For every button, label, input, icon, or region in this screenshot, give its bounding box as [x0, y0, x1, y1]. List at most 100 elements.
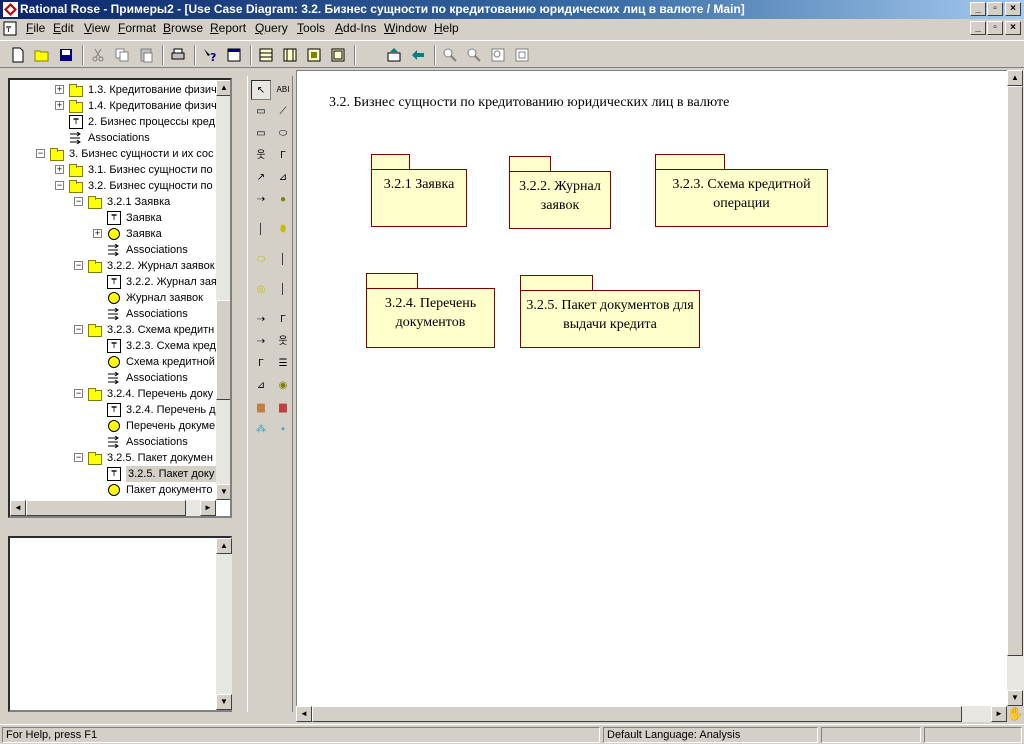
browse-component-icon[interactable] — [304, 45, 324, 65]
tree-item[interactable]: ₸ Заявка — [10, 210, 216, 226]
dependency-tool-icon[interactable]: ⇢ — [251, 190, 271, 210]
tree-item[interactable]: Associations — [10, 130, 216, 146]
save-icon[interactable] — [56, 45, 76, 65]
browse-parent-icon[interactable] — [384, 45, 404, 65]
tree-item[interactable]: ₸ 2. Бизнес процессы кред — [10, 114, 216, 130]
package-tool-icon[interactable]: ▭ — [251, 124, 271, 144]
business-use-case-tool-icon[interactable]: ⬮ — [273, 220, 293, 240]
scroll-thumb[interactable] — [216, 300, 230, 400]
cut-icon[interactable] — [88, 45, 108, 65]
canvas-h-scroll-thumb[interactable] — [312, 706, 962, 722]
worker-tool-icon[interactable]: ▆ — [251, 398, 271, 418]
close-app-button[interactable]: × — [1005, 2, 1021, 16]
actor-tool-icon[interactable]: 웃 — [251, 146, 271, 166]
expand-icon[interactable]: + — [55, 101, 64, 110]
tree-item[interactable]: − 3.2.5. Пакет докумен — [10, 450, 216, 466]
browse-deployment-icon[interactable] — [328, 45, 348, 65]
package-zayavka[interactable]: 3.2.1 Заявка — [371, 154, 467, 228]
close-doc-button[interactable]: × — [1005, 21, 1021, 35]
package-skhema-kreditnoj-operacii[interactable]: 3.2.3. Схема кредитной операции — [655, 154, 828, 228]
doc-scroll-up-button[interactable]: ▲ — [216, 538, 232, 554]
open-icon[interactable] — [32, 45, 52, 65]
note-tool-icon[interactable]: ▭ — [251, 102, 271, 122]
object-flow-tool-icon[interactable]: ▪ — [273, 420, 293, 440]
diagram-canvas[interactable]: 3.2. Бизнес сущности по кредитованию юри… — [296, 70, 1007, 706]
menu-help[interactable]: Help — [434, 21, 459, 35]
business-worker-tool-icon[interactable]: ◎ — [251, 280, 271, 300]
realize-tool-icon[interactable]: ⇢ — [251, 310, 271, 330]
menu-tools[interactable]: Tools — [297, 21, 325, 35]
tree-item[interactable]: ₸ 3.2.5. Пакет доку — [10, 466, 217, 482]
expand-icon[interactable]: + — [55, 165, 64, 174]
browse-interaction-icon[interactable] — [280, 45, 300, 65]
canvas-scroll-up-button[interactable]: ▲ — [1007, 70, 1023, 86]
tree-item[interactable]: − 3.2.4. Перечень доку — [10, 386, 216, 402]
separator-tool-icon[interactable]: │ — [251, 220, 271, 240]
menu-edit[interactable]: Edit — [53, 21, 74, 35]
business-entity-tool-icon[interactable]: ⬭ — [251, 250, 271, 270]
tree-item[interactable]: − 3.2.3. Схема кредитн — [10, 322, 216, 338]
menu-format[interactable]: Format — [118, 21, 156, 35]
documentation-window[interactable]: ▲ ▼ — [8, 536, 232, 712]
browse-previous-icon[interactable] — [408, 45, 428, 65]
restore-doc-button[interactable]: ▫ — [987, 21, 1003, 35]
anchor-tool-icon[interactable]: Γ — [273, 310, 293, 330]
tree-item[interactable]: +1.3. Кредитование физич — [10, 82, 217, 98]
tree-item[interactable]: + Заявка — [10, 226, 216, 242]
paste-icon[interactable] — [136, 45, 156, 65]
scroll-right-button[interactable]: ► — [200, 500, 216, 516]
package-paket-dokumentov[interactable]: 3.2.5. Пакет документов для выдачи креди… — [520, 275, 700, 349]
browser-horizontal-scrollbar[interactable]: ◄ ► — [10, 500, 216, 516]
menu-browse[interactable]: Browse — [163, 21, 203, 35]
title-bar[interactable]: Rational Rose - Примеры2 - [Use Case Dia… — [0, 0, 1024, 19]
menu-view[interactable]: View — [84, 21, 110, 35]
tree-item[interactable]: ₸ 3.2.3. Схема кред — [10, 338, 216, 354]
scroll-down-button[interactable]: ▼ — [216, 484, 230, 500]
model-browser[interactable]: +1.3. Кредитование физич +1.4. Кредитован… — [8, 78, 232, 518]
tree-item[interactable]: − 3.2.1 Заявка — [10, 194, 216, 210]
package-zhurnal-zayavok[interactable]: 3.2.2. Журнал заявок — [509, 156, 611, 230]
canvas-v-scroll-thumb[interactable] — [1007, 86, 1023, 656]
collapse-icon[interactable]: − — [74, 389, 83, 398]
tree-item[interactable]: − 3. Бизнес сущности и их сос — [10, 146, 216, 162]
tree-item[interactable]: − 3.2.2. Журнал заявок — [10, 258, 216, 274]
print-icon[interactable] — [168, 45, 188, 65]
rational-rose-app-icon[interactable] — [3, 2, 18, 17]
restore-app-button[interactable]: ▫ — [987, 2, 1003, 16]
tree-item[interactable]: Схема кредитной — [10, 354, 216, 370]
divider-tool-icon-2[interactable]: │ — [273, 280, 293, 300]
business-actor-tool-icon[interactable]: ● — [273, 190, 293, 210]
text-box-tool-icon[interactable]: ABI — [273, 80, 293, 100]
use-case-tool-icon[interactable]: ⬭ — [273, 124, 293, 144]
browser-vertical-scrollbar[interactable]: ▲ ▼ — [216, 80, 230, 500]
collapse-icon[interactable]: − — [55, 181, 64, 190]
new-icon[interactable] — [8, 45, 28, 65]
zoom-out-icon[interactable] — [464, 45, 484, 65]
association-tool-icon[interactable]: Γ — [273, 146, 293, 166]
tree-item[interactable]: Перечень докуме — [10, 418, 216, 434]
canvas-scroll-down-button[interactable]: ▼ — [1007, 690, 1023, 706]
divider-tool-icon[interactable]: │ — [273, 250, 293, 270]
tree-item[interactable]: +3.1. Бизнес сущности по — [10, 162, 216, 178]
menu-query[interactable]: Query — [255, 21, 288, 35]
tree-item[interactable]: Журнал заявок — [10, 290, 216, 306]
business-actor-stick-icon[interactable]: 웃 — [273, 332, 293, 352]
unidirectional-association-icon[interactable]: ↗ — [251, 168, 271, 188]
context-help-icon[interactable]: ? — [200, 45, 220, 65]
collapse-icon[interactable]: − — [36, 149, 45, 158]
doc-scroll-down-button[interactable]: ▼ — [216, 694, 232, 710]
include-tool-icon[interactable]: ⇢ — [251, 332, 271, 352]
selection-tool-icon[interactable]: ↖ — [251, 80, 271, 100]
view-doc-icon[interactable] — [224, 45, 244, 65]
tree-item[interactable]: Пакет документо — [10, 482, 216, 498]
undo-fit-icon[interactable] — [512, 45, 532, 65]
tree-item[interactable]: Associations — [10, 434, 216, 450]
canvas-horizontal-scrollbar[interactable]: ◄ ► — [296, 706, 1007, 722]
diagram-doc-icon[interactable]: ₸ — [3, 21, 18, 36]
fit-window-icon[interactable] — [488, 45, 508, 65]
generalization-tool-icon[interactable]: ⊿ — [273, 168, 293, 188]
expand-icon[interactable]: + — [55, 85, 64, 94]
canvas-vertical-scrollbar[interactable]: ▲ ▼ — [1007, 70, 1024, 706]
copy-icon[interactable] — [112, 45, 132, 65]
tree-item[interactable]: +1.4. Кредитование физич — [10, 98, 217, 114]
